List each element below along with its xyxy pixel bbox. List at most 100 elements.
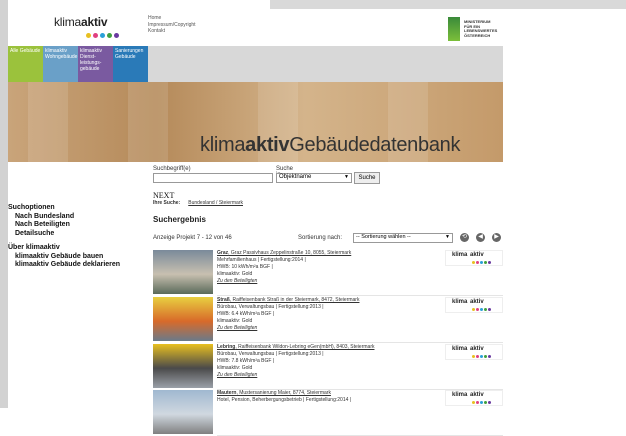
breadcrumb-link[interactable]: Bundesland / Steiermark [188,200,243,206]
nav-tab[interactable]: Alle Gebäude [8,46,43,82]
logo-dot [476,261,479,264]
result-klimaaktiv-logo: klima aktiv [445,297,503,313]
search-label: Suchbegriff(e) [153,166,191,172]
result-status: klimaaktiv: Gold [217,365,253,371]
top-strip [270,0,626,9]
result-klimaaktiv-logo: klima aktiv [445,390,503,406]
klimaaktiv-logo[interactable]: klimaaktiv [54,15,108,29]
result-type: Bürobau, Verwaltungsbau | Fertigstellung… [217,304,324,310]
kontakt-link[interactable]: Kontakt [148,28,196,35]
logo-dots [86,33,119,38]
logo-dot [476,355,479,358]
result-text: Straß, Raiffeisenbank Straß in der Steie… [217,297,427,332]
result-title-link[interactable]: Lebring, Raiffeisenbank Wildon-Lebring e… [217,344,427,351]
results-heading: Suchergebnis [153,215,206,224]
results-area: NEXT Ihre Suche: Bundesland / Steiermark … [153,191,503,436]
search-input[interactable] [153,173,273,183]
result-thumbnail[interactable] [153,344,213,388]
nav-tab[interactable]: Sanierungen Gebäude [113,46,148,82]
result-thumbnail[interactable] [153,390,213,434]
result-title-link[interactable]: Straß, Raiffeisenbank Straß in der Steie… [217,297,427,304]
sort-label: Sortierung nach: [298,235,343,241]
result-thumbnail[interactable] [153,250,213,294]
sidebar-item-deklarieren[interactable]: klimaaktiv Gebäude deklarieren [8,261,148,270]
nav-tab[interactable]: klimaaktiv Wohngebäude [43,46,78,82]
logo-dot [480,261,483,264]
chevron-down-icon: ▼ [344,174,349,180]
logo-dot [86,33,91,38]
logo-dot [480,308,483,311]
sidebar-item-bauen[interactable]: klimaaktiv Gebäude bauen [8,253,148,262]
result-type: Hotel, Pension, Beherbergungsbetrieb | F… [217,397,352,403]
result-title-link[interactable]: Graz, Graz Passivhaus Zeppelinstraße 10,… [217,250,427,257]
result-item: Graz, Graz Passivhaus Zeppelinstraße 10,… [153,250,503,296]
chevron-down-icon: ▼ [445,234,450,240]
result-divider [217,295,503,296]
sidebar-item-detailsuche[interactable]: Detailsuche [8,230,148,239]
result-status: klimaaktiv: Gold [217,318,253,324]
result-title-link[interactable]: Mautern, Mustersanierung Maier, 8774, St… [217,390,427,397]
logo-dot [488,261,491,264]
page-margin-left [0,0,8,408]
sidebar-item-bundesland[interactable]: Nach Bundesland [8,213,148,222]
logo-dot [100,33,105,38]
logo-dot [488,355,491,358]
result-hwb: HWB: 10 kWh/m²a BGF | [217,264,273,270]
result-status: klimaaktiv: Gold [217,271,253,277]
sidebar-item-beteiligte[interactable]: Nach Beteiligten [8,221,148,230]
sort-select[interactable]: -- Sortierung wählen -- ▼ [353,233,453,243]
logo-dot [484,355,487,358]
beteiligte-link[interactable]: Zu den Beteiligten [217,372,427,379]
page-margin-right [503,0,626,408]
result-divider [217,342,503,343]
result-hwb: HWB: 7.8 kWh/m²a BGF | [217,358,275,364]
result-thumbnail[interactable] [153,297,213,341]
logo-dot [488,401,491,404]
result-text: Lebring, Raiffeisenbank Wildon-Lebring e… [217,344,427,379]
logo-dot [476,401,479,404]
refresh-icon[interactable]: ⟲ [460,233,469,242]
result-hwb: HWB: 6.4 kWh/m²a BGF | [217,311,275,317]
ministry-mark-icon [448,17,460,41]
prev-page-icon[interactable]: ◀ [476,233,485,242]
logo-dot [484,261,487,264]
results-toolbar: Anzeige Projekt 7 - 12 von 46 Sortierung… [153,233,503,245]
ministry-logo[interactable]: MINISTERIUM FÜR EIN LEBENSWERTES ÖSTERRE… [448,17,518,41]
search-button[interactable]: Suche [354,172,380,184]
logo-dot [480,401,483,404]
nav-tab[interactable]: klimaaktiv Dienst-leistungs-gebäude [78,46,113,82]
site-header: klimaaktiv Home Impressum/Copyright Kont… [8,9,503,46]
result-text: Mautern, Mustersanierung Maier, 8774, St… [217,390,427,404]
logo-dot [472,261,475,264]
logo-dot [480,355,483,358]
beteiligte-link[interactable]: Zu den Beteiligten [217,278,427,285]
logo-dot [114,33,119,38]
result-item: Mautern, Mustersanierung Maier, 8774, St… [153,390,503,436]
category-nav: Alle Gebäude klimaaktiv Wohngebäude klimaa… [8,46,503,82]
result-klimaaktiv-logo: klima aktiv [445,344,503,360]
about-heading: Über klimaaktiv [8,244,60,251]
result-item: Lebring, Raiffeisenbank Wildon-Lebring e… [153,344,503,390]
logo-dot [472,308,475,311]
next-label: NEXT [153,191,175,200]
logo-dot [484,401,487,404]
logo-dot [488,308,491,311]
breadcrumb: Ihre Suche: Bundesland / Steiermark [153,200,243,206]
banner-title: klimaaktivGebäudedatenbank [200,134,461,156]
next-page-icon[interactable]: ▶ [492,233,501,242]
top-links: Home Impressum/Copyright Kontakt [148,15,196,35]
beteiligte-link[interactable]: Zu den Beteiligten [217,325,427,332]
ministry-text: MINISTERIUM FÜR EIN LEBENSWERTES ÖSTERRE… [464,19,498,38]
page-count: Anzeige Projekt 7 - 12 von 46 [153,235,232,241]
logo-dot [472,401,475,404]
logo-dot [476,308,479,311]
search-form: Suchbegriff(e) Suche in Objektname▼ Such… [153,166,380,184]
sidebar: Suchoptionen Nach Bundesland Nach Beteil… [8,204,148,270]
search-in-select[interactable]: Objektname ▼ [276,173,352,183]
logo-dot [484,308,487,311]
logo-dot [472,355,475,358]
result-klimaaktiv-logo: klima aktiv [445,250,503,266]
result-text: Graz, Graz Passivhaus Zeppelinstraße 10,… [217,250,427,285]
logo-dot [93,33,98,38]
result-type: Bürobau, Verwaltungsbau | Fertigstellung… [217,351,324,357]
